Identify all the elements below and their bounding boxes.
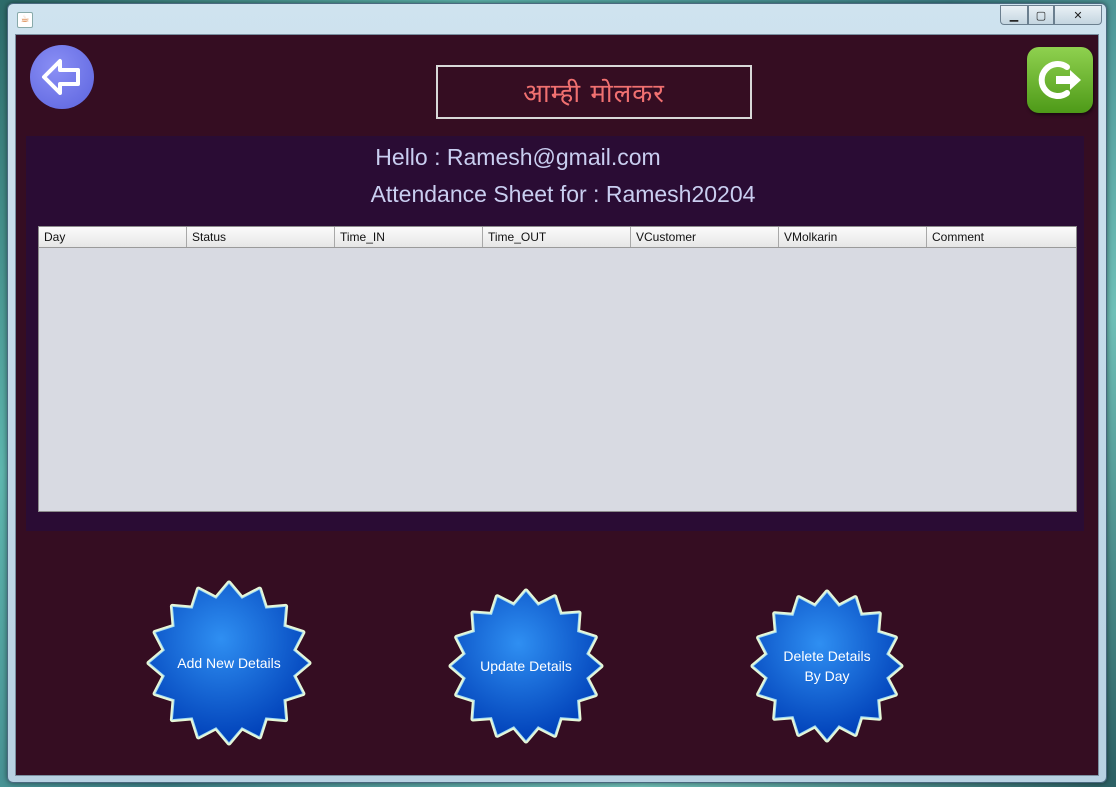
table-header: Day Status Time_IN Time_OUT VCustomer VM…: [39, 227, 1076, 248]
column-header-comment[interactable]: Comment: [927, 227, 1076, 247]
arrow-left-icon: [42, 59, 80, 95]
delete-details-button[interactable]: Delete Details By Day: [749, 588, 905, 744]
app-title: आम्ही मोलकर: [523, 79, 665, 109]
java-icon: ☕: [17, 12, 33, 28]
maximize-button[interactable]: ▢: [1028, 5, 1054, 25]
sheet-title-row: Attendance Sheet for : Ramesh20204: [26, 181, 1084, 208]
delete-details-label-wrap: Delete Details By Day: [749, 588, 905, 744]
attendance-panel: Hello : Ramesh@gmail.com Attendance Shee…: [26, 136, 1084, 531]
logout-icon: [1038, 61, 1081, 99]
add-details-label-wrap: Add New Details: [144, 578, 314, 748]
maximize-icon: ▢: [1035, 8, 1047, 22]
window-controls: ▁ ▢ ✕: [1000, 5, 1102, 25]
column-header-time-out[interactable]: Time_OUT: [483, 227, 631, 247]
table-body[interactable]: [39, 248, 1076, 511]
greeting-text: Hello : Ramesh@gmail.com: [375, 144, 661, 170]
close-icon: ✕: [1073, 8, 1083, 22]
update-details-button[interactable]: Update Details: [447, 587, 605, 745]
delete-details-label-line2: By Day: [804, 668, 850, 684]
add-details-button[interactable]: Add New Details: [144, 578, 314, 748]
column-header-day[interactable]: Day: [39, 227, 187, 247]
update-details-label-wrap: Update Details: [447, 587, 605, 745]
title-box: आम्ही मोलकर: [436, 65, 752, 119]
back-button[interactable]: [30, 45, 94, 109]
column-header-status[interactable]: Status: [187, 227, 335, 247]
greeting-row: Hello : Ramesh@gmail.com: [26, 144, 1084, 171]
logout-button[interactable]: [1027, 47, 1093, 113]
column-header-vcustomer[interactable]: VCustomer: [631, 227, 779, 247]
update-details-label: Update Details: [480, 658, 572, 674]
title-bar[interactable]: ☕ ▁ ▢ ✕: [8, 4, 1106, 32]
minimize-icon: ▁: [1009, 8, 1019, 22]
column-header-vmolkarin[interactable]: VMolkarin: [779, 227, 927, 247]
column-header-time-in[interactable]: Time_IN: [335, 227, 483, 247]
close-button[interactable]: ✕: [1054, 5, 1102, 25]
app-window: ☕ ▁ ▢ ✕ आम्ही मोलकर Hello: Ramesh@gmail…: [7, 3, 1107, 783]
sheet-title: Attendance Sheet for : Ramesh20204: [370, 181, 756, 207]
delete-details-label-line1: Delete Details: [783, 648, 871, 664]
main-content: आम्ही मोलकर Hello : Ramesh@gmail.com Att…: [15, 34, 1099, 776]
minimize-button[interactable]: ▁: [1000, 5, 1028, 25]
add-details-label: Add New Details: [177, 655, 281, 671]
attendance-table[interactable]: Day Status Time_IN Time_OUT VCustomer VM…: [38, 226, 1077, 512]
